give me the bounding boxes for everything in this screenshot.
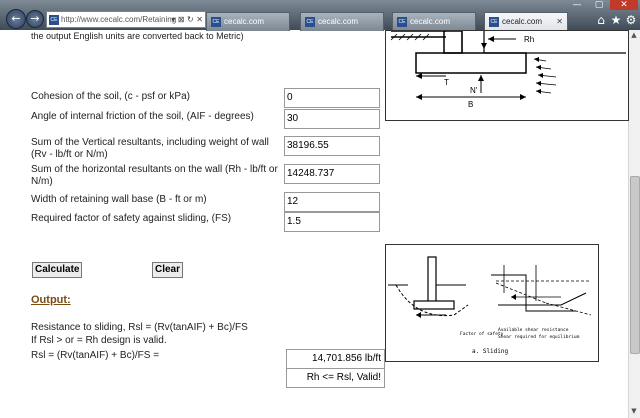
favorites-star-icon[interactable]: ★ xyxy=(609,13,623,27)
scroll-up-arrow-icon[interactable]: ▲ xyxy=(629,30,639,40)
output-formula-line: Resistance to sliding, Rsl = (Rv(tanAIF)… xyxy=(31,322,248,333)
tab-label: cecalc.com xyxy=(502,17,543,26)
validity-result-box: Rh <= Rsl, Valid! xyxy=(286,368,385,388)
clear-button[interactable]: Clear xyxy=(152,262,184,278)
maximize-button[interactable]: ▢ xyxy=(588,0,610,10)
cohesion-label: Cohesion of the soil, (c - psf or kPa) xyxy=(31,91,190,102)
browser-tab-3[interactable]: CE cecalc.com xyxy=(392,12,476,31)
tab-favicon-icon: CE xyxy=(489,16,499,27)
vertical-resultants-label: Sum of the Vertical resultants, includin… xyxy=(31,137,269,160)
n-prime-label: N' xyxy=(470,86,478,95)
home-icon[interactable]: ⌂ xyxy=(594,13,608,27)
scrollbar-thumb[interactable] xyxy=(630,176,640,354)
tab-label: cecalc.com xyxy=(318,17,359,26)
t-force-label: T xyxy=(444,78,449,87)
cohesion-input[interactable]: 0 xyxy=(284,88,380,108)
sliding-caption: a. Sliding xyxy=(472,348,509,355)
tools-gear-icon[interactable]: ⚙ xyxy=(624,13,638,27)
tab-favicon-icon: CE xyxy=(305,16,315,27)
page-content: the output English units are converted b… xyxy=(0,30,629,418)
forward-arrow-icon: → xyxy=(30,12,40,25)
base-width-input[interactable]: 12 xyxy=(284,192,380,212)
calculate-button[interactable]: Calculate xyxy=(32,262,83,278)
available-shear-note: Available shear resistance xyxy=(498,327,569,333)
sliding-failure-diagram: Factor of safety Available shear resista… xyxy=(385,244,599,362)
rsl-result-box: 14,701.856 lb/ft xyxy=(286,349,385,369)
close-window-button[interactable]: ✕ xyxy=(610,0,638,10)
window-controls: — ▢ ✕ xyxy=(566,0,638,10)
factor-of-safety-label: Required factor of safety against slidin… xyxy=(31,213,232,224)
intro-text: the output English units are converted b… xyxy=(31,31,244,41)
address-url: http://www.cecalc.com/Retaining xyxy=(61,15,177,24)
browser-tab-2[interactable]: CE cecalc.com xyxy=(300,12,384,31)
vertical-resultants-input[interactable]: 38196.55 xyxy=(284,136,380,156)
output-heading: Output: xyxy=(31,294,71,306)
factor-of-safety-input[interactable]: 1.5 xyxy=(284,212,380,232)
tab-label: cecalc.com xyxy=(410,17,451,26)
output-rsl-equation: Rsl = (Rv(tanAIF) + Bc)/FS = xyxy=(31,350,160,361)
friction-angle-label: Angle of internal friction of the soil, … xyxy=(31,111,254,122)
b-width-label: B xyxy=(468,100,473,109)
tab-favicon-icon: CE xyxy=(397,16,407,27)
tab-favicon-icon: CE xyxy=(211,16,221,27)
browser-chrome: — ▢ ✕ ← → CE http://www.cecalc.com/Retain… xyxy=(0,0,640,31)
rh-force-label: Rh xyxy=(524,35,534,44)
tab-close-icon[interactable]: ✕ xyxy=(556,13,563,31)
minimize-button[interactable]: — xyxy=(566,0,588,10)
friction-angle-input[interactable]: 30 xyxy=(284,109,380,129)
sliding-svg: Factor of safety Available shear resista… xyxy=(388,256,592,355)
scroll-down-arrow-icon[interactable]: ▼ xyxy=(629,406,639,416)
back-button[interactable]: ← xyxy=(6,9,26,29)
address-controls[interactable]: ▾ ⊠ ↻ ✕ xyxy=(171,12,203,27)
horizontal-resultants-input[interactable]: 14248.737 xyxy=(284,164,380,184)
retaining-wall-forces-diagram: Rh T N' B xyxy=(385,30,629,121)
browser-tab-4-active[interactable]: CE cecalc.com ✕ xyxy=(484,12,568,31)
back-arrow-icon: ← xyxy=(11,12,21,25)
browser-tab-1[interactable]: CE cecalc.com xyxy=(206,12,290,31)
shear-required-note: Shear required for equilibrium xyxy=(498,334,580,340)
base-width-label: Width of retaining wall base (B - ft or … xyxy=(31,194,207,205)
address-bar[interactable]: CE http://www.cecalc.com/Retaining ▾ ⊠ ↻ … xyxy=(46,11,206,28)
wall-forces-svg: Rh T N' B xyxy=(390,30,626,109)
horizontal-resultants-label: Sum of the horizontal resultants on the … xyxy=(31,164,278,187)
output-validity-rule: If Rsl > or = Rh design is valid. xyxy=(31,335,167,346)
tab-label: cecalc.com xyxy=(224,17,265,26)
forward-button[interactable]: → xyxy=(26,10,44,28)
site-favicon-icon: CE xyxy=(49,14,59,25)
